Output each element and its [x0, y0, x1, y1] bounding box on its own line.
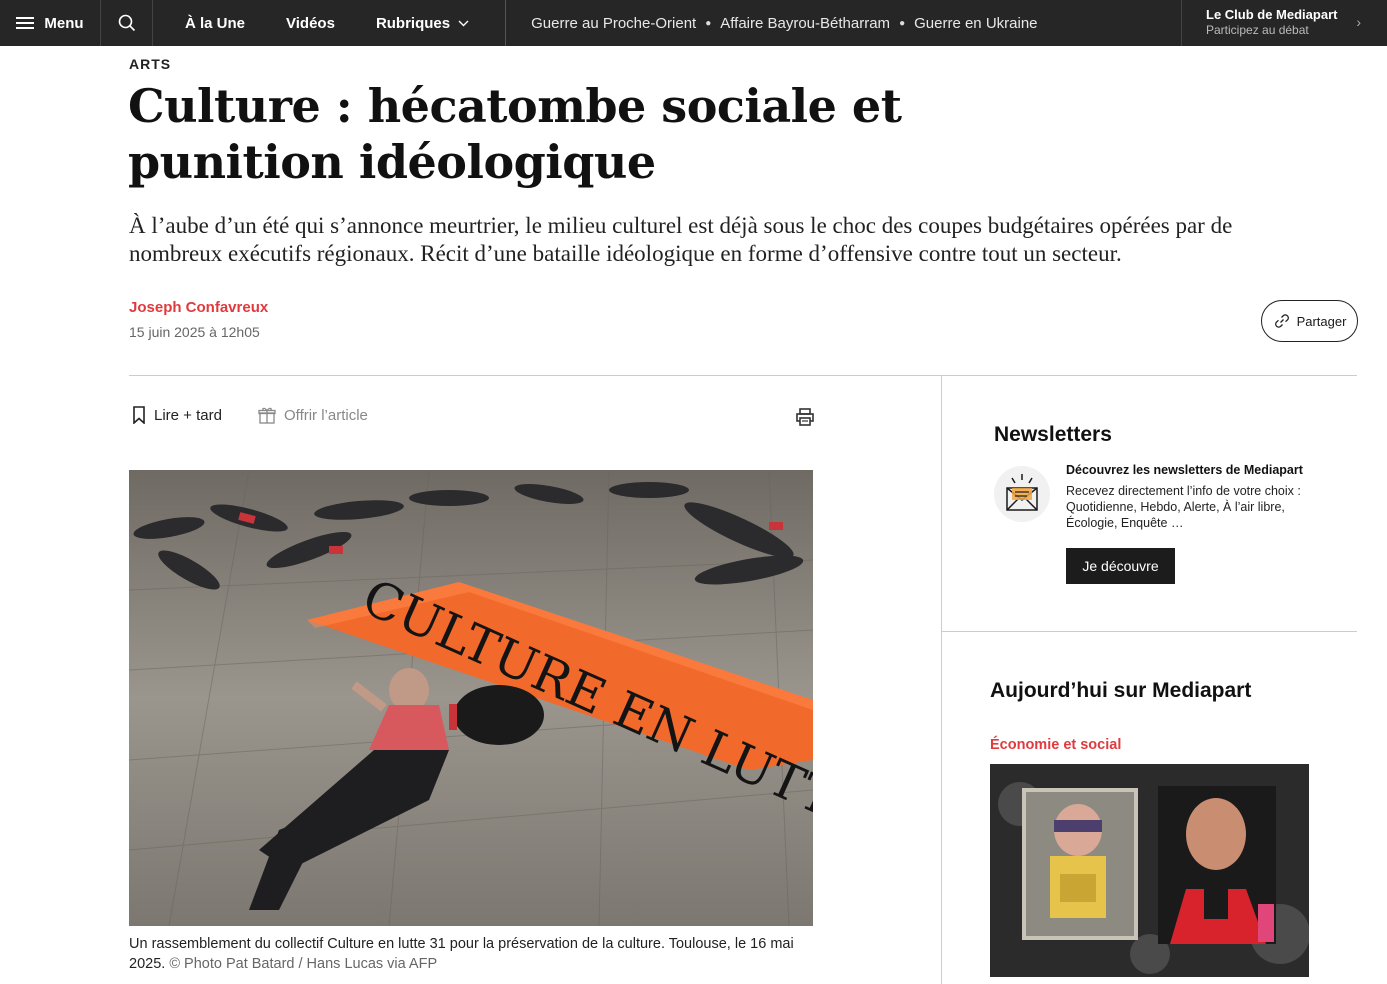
today-image-illustration	[990, 764, 1309, 977]
chevron-down-icon	[458, 20, 469, 26]
menu-button[interactable]: Menu	[0, 0, 101, 46]
bullet-separator: ●	[899, 17, 906, 29]
sidebar-divider	[942, 631, 1357, 632]
today-category-link[interactable]: Économie et social	[990, 737, 1121, 753]
print-button[interactable]	[795, 407, 815, 432]
newsletters-heading: Découvrez les newsletters de Mediapart	[1066, 463, 1303, 477]
read-later-button[interactable]: Lire + tard	[132, 406, 222, 424]
gift-icon	[258, 407, 276, 424]
share-button[interactable]: Partager	[1261, 300, 1358, 342]
menu-label: Menu	[44, 14, 84, 32]
photo-caption: Un rassemblement du collectif Culture en…	[129, 934, 819, 974]
article-photo: CULTURE EN LUTTE 31	[129, 470, 813, 926]
divider	[129, 375, 1357, 376]
chevron-right-icon: ›	[1356, 14, 1361, 30]
hamburger-icon	[16, 17, 35, 29]
club-link[interactable]: Le Club de Mediapart Participez au débat…	[1181, 0, 1387, 46]
newsletters-title: Newsletters	[994, 423, 1112, 446]
bookmark-icon	[133, 406, 145, 424]
offer-article-button[interactable]: Offrir l’article	[258, 406, 368, 424]
nav-a-la-une[interactable]: À la Une	[185, 15, 245, 32]
topic-link[interactable]: Guerre en Ukraine	[914, 15, 1037, 32]
top-navigation-bar: Menu À la Une Vidéos Rubriques Guerre au…	[0, 0, 1387, 46]
search-button[interactable]	[101, 0, 153, 46]
offer-article-label: Offrir l’article	[284, 406, 368, 424]
printer-icon	[796, 408, 814, 426]
topic-link[interactable]: Guerre au Proche-Orient	[531, 15, 696, 32]
protest-photo-illustration: CULTURE EN LUTTE 31	[129, 470, 813, 926]
bullet-separator: ●	[705, 17, 712, 29]
read-later-label: Lire + tard	[154, 406, 222, 424]
link-icon	[1274, 314, 1289, 328]
newsletter-envelope-icon	[994, 466, 1050, 522]
discover-newsletters-button[interactable]: Je découvre	[1066, 548, 1175, 584]
article-title: Culture : hécatombe sociale et punition …	[128, 79, 902, 189]
column-divider	[941, 375, 942, 984]
photo-credit: © Photo Pat Batard / Hans Lucas via AFP	[169, 956, 438, 972]
article-lead: À l’aube d’un été qui s’annonce meurtrie…	[129, 213, 1233, 266]
main-nav: À la Une Vidéos Rubriques	[153, 0, 507, 46]
author-link[interactable]: Joseph Confavreux	[129, 299, 268, 316]
today-title: Aujourd’hui sur Mediapart	[990, 679, 1252, 702]
share-label: Partager	[1296, 313, 1347, 329]
publication-date: 15 juin 2025 à 12h05	[129, 324, 260, 340]
search-icon	[118, 14, 135, 32]
topic-link[interactable]: Affaire Bayrou-Bétharram	[720, 15, 890, 32]
nav-videos[interactable]: Vidéos	[286, 15, 335, 32]
newsletters-description: Recevez directement l’info de votre choi…	[1066, 484, 1301, 530]
nav-rubriques[interactable]: Rubriques	[376, 15, 469, 32]
today-article-image[interactable]	[990, 764, 1309, 977]
article-rubrique[interactable]: ARTS	[129, 56, 171, 72]
trending-topics: Guerre au Proche-Orient ● Affaire Bayrou…	[506, 15, 1037, 32]
rubriques-label: Rubriques	[375, 14, 451, 32]
